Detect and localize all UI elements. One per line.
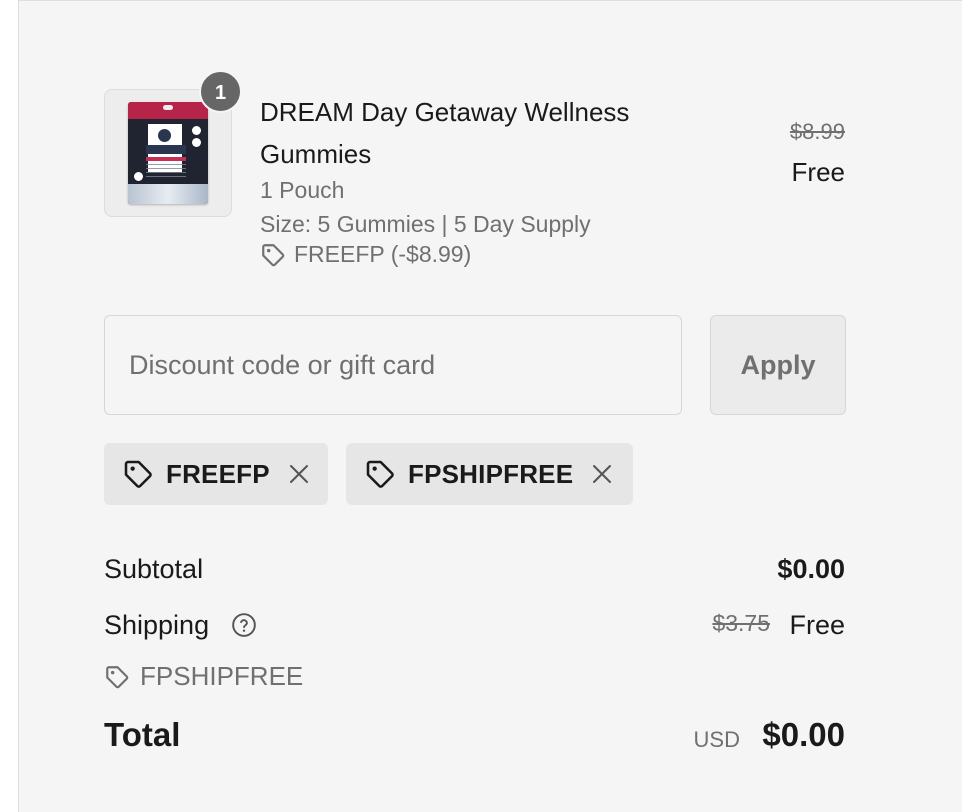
product-variant: 1 Pouch [260,177,345,203]
help-circle-icon[interactable] [231,612,257,638]
applied-code-chip: FREEFP [104,443,328,505]
total-label: Total [104,716,181,753]
shipping-discount-label: FPSHIPFREE [140,661,304,691]
shipping-label: Shipping [104,610,210,640]
product-discount: FREEFP (-$8.99) [260,241,471,268]
product-original-price: $8.99 [789,119,845,144]
gummies-pouch-image [128,102,208,204]
product-title: DREAM Day Getaway Wellness Gummies [260,97,630,169]
shipping-discount: FPSHIPFREE [104,661,303,692]
discount-code-input[interactable] [104,315,682,415]
close-icon[interactable] [591,463,613,485]
quantity-badge: 1 [199,70,242,113]
subtotal-label: Subtotal [104,554,204,584]
subtotal-value: $0.00 [777,554,845,584]
product-size: Size: 5 Gummies | 5 Day Supply [260,211,591,237]
product-price: Free [791,157,845,187]
currency-code: USD [693,727,740,752]
tag-icon [366,460,394,488]
apply-button[interactable]: Apply [710,315,846,415]
total-value: $0.00 [762,716,845,753]
applied-code-label: FPSHIPFREE [408,458,574,489]
tag-icon [106,665,129,688]
close-icon[interactable] [288,463,310,485]
shipping-value: Free [789,610,845,640]
applied-code-label: FREEFP [166,458,270,489]
applied-code-chip: FPSHIPFREE [346,443,633,505]
tag-icon [124,460,152,488]
tag-icon [262,243,285,266]
shipping-original-price: $3.75 [712,610,770,636]
product-discount-label: FREEFP (-$8.99) [294,241,472,267]
order-summary-panel: 1 DREAM Day Getaway Wellness Gummies 1 P… [18,0,962,812]
